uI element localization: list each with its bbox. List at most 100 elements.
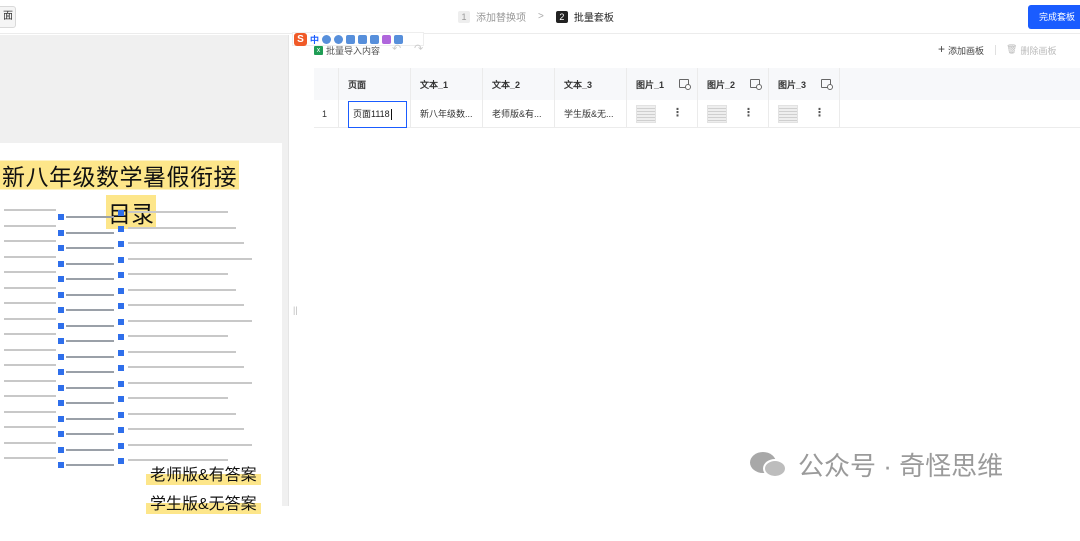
ime-keyboard-icon[interactable] bbox=[358, 34, 368, 44]
batch-table: 页面 文本_1 文本_2 文本_3 图片_1 图片_2 图片_3 1 新八年级数… bbox=[314, 68, 1080, 128]
more-options-icon[interactable]: ⋮ bbox=[814, 106, 825, 119]
toc-line bbox=[4, 457, 56, 459]
toc-line bbox=[4, 240, 56, 242]
text-3-cell[interactable]: 学生版&无... bbox=[555, 100, 627, 127]
step-1-number: 1 bbox=[458, 10, 470, 23]
toc-line bbox=[128, 288, 236, 291]
image-3-cell[interactable]: ⋮ bbox=[769, 100, 840, 127]
splitter-grip-icon[interactable]: || bbox=[293, 305, 298, 315]
more-options-icon[interactable]: ⋮ bbox=[743, 106, 754, 119]
toc-line bbox=[128, 319, 252, 322]
delete-board-button[interactable]: 🗑 删除画板 bbox=[1006, 44, 1056, 57]
toc-line bbox=[4, 441, 56, 444]
ime-punct-icon[interactable] bbox=[334, 34, 344, 44]
image-1-thumbnail[interactable] bbox=[636, 104, 656, 123]
toolbar-divider bbox=[995, 45, 996, 55]
image-2-cell[interactable]: ⋮ bbox=[698, 100, 769, 127]
ime-skin-icon[interactable] bbox=[382, 34, 392, 44]
plus-icon: + bbox=[938, 42, 946, 56]
toc-line bbox=[4, 224, 56, 227]
toc-line bbox=[128, 381, 252, 384]
add-board-label: 添加画板 bbox=[948, 46, 985, 56]
header-index bbox=[314, 68, 339, 100]
doc-icon bbox=[118, 365, 124, 371]
toc-line bbox=[128, 397, 228, 399]
toc-line bbox=[66, 402, 114, 404]
preview-teacher-tag: 老师版&有答案 bbox=[146, 461, 261, 485]
doc-icon bbox=[118, 458, 124, 464]
toc-line bbox=[128, 226, 236, 229]
doc-icon bbox=[58, 353, 64, 360]
toc-line bbox=[128, 257, 252, 260]
batch-import-button[interactable]: x 批量导入内容 bbox=[314, 44, 380, 57]
toc-line bbox=[4, 395, 56, 397]
ime-moon-icon[interactable] bbox=[322, 34, 332, 44]
toc-line bbox=[4, 302, 56, 304]
toc-line bbox=[128, 335, 228, 337]
header-page: 页面 bbox=[339, 68, 411, 100]
toc-line bbox=[128, 412, 236, 415]
batch-import-label: 批量导入内容 bbox=[326, 46, 381, 56]
step-indicator: 1 添加替换项 > 2 批量套板 bbox=[458, 9, 614, 24]
page-name-input[interactable]: 页面1118 bbox=[348, 101, 407, 128]
undo-icon[interactable]: ↶ bbox=[392, 42, 401, 55]
doc-icon bbox=[118, 427, 124, 433]
toc-line bbox=[66, 278, 114, 280]
toc-line bbox=[4, 364, 56, 366]
preview-toc-lines bbox=[4, 203, 264, 473]
image-3-thumbnail[interactable] bbox=[778, 104, 798, 123]
text-1-cell[interactable]: 新八年级数... bbox=[411, 100, 483, 127]
toc-line bbox=[4, 348, 56, 351]
toc-line bbox=[66, 417, 114, 420]
doc-icon bbox=[118, 411, 124, 418]
doc-icon bbox=[58, 369, 64, 375]
toc-line bbox=[128, 428, 244, 430]
panel-splitter[interactable]: || bbox=[288, 35, 300, 506]
image-settings-icon[interactable] bbox=[679, 79, 691, 90]
doc-icon bbox=[58, 214, 64, 220]
toc-line bbox=[66, 216, 114, 218]
toc-line bbox=[66, 448, 114, 451]
text-2-cell[interactable]: 老师版&有... bbox=[483, 100, 555, 127]
watermark-text: 公众号 · 奇怪思维 bbox=[798, 451, 1004, 481]
image-settings-icon[interactable] bbox=[821, 79, 833, 90]
doc-icon bbox=[118, 241, 124, 247]
ime-user-icon[interactable] bbox=[370, 34, 380, 44]
back-button[interactable]: 面 bbox=[0, 6, 16, 28]
doc-icon bbox=[58, 446, 64, 453]
more-options-icon[interactable]: ⋮ bbox=[672, 106, 683, 119]
header-image-2: 图片_2 bbox=[698, 68, 769, 100]
doc-icon bbox=[58, 462, 64, 468]
image-settings-icon[interactable] bbox=[750, 79, 762, 90]
image-1-cell[interactable]: ⋮ bbox=[627, 100, 698, 127]
doc-icon bbox=[118, 380, 124, 387]
doc-icon bbox=[118, 442, 124, 449]
excel-icon: x bbox=[314, 46, 323, 55]
step-2-label[interactable]: 批量套板 bbox=[574, 9, 614, 24]
finish-button[interactable]: 完成套板 bbox=[1028, 5, 1080, 29]
redo-icon[interactable]: ↷ bbox=[414, 42, 423, 55]
doc-icon bbox=[58, 431, 64, 437]
add-board-button[interactable]: + 添加画板 bbox=[938, 42, 985, 57]
doc-icon bbox=[58, 291, 64, 298]
preview-canvas[interactable]: 新八年级数学暑假衔接 目录 老师版&有答案 学生版&无答案 bbox=[0, 143, 282, 541]
header-image-3: 图片_3 bbox=[769, 68, 840, 100]
toc-line bbox=[66, 293, 114, 296]
toc-line bbox=[66, 355, 114, 358]
top-bar: 面 1 添加替换项 > 2 批量套板 完成套板 bbox=[0, 0, 1080, 34]
doc-icon bbox=[58, 338, 64, 344]
toc-line bbox=[128, 211, 228, 213]
table-row: 1 新八年级数... 老师版&有... 学生版&无... ⋮ ⋮ ⋮ bbox=[314, 100, 1080, 128]
doc-icon bbox=[118, 256, 124, 263]
wechat-watermark: 公众号 · 奇怪思维 bbox=[750, 446, 1003, 483]
doc-icon bbox=[118, 287, 124, 294]
delete-board-label: 删除画板 bbox=[1020, 46, 1057, 56]
image-2-thumbnail[interactable] bbox=[707, 104, 727, 123]
step-1-label[interactable]: 添加替换项 bbox=[476, 9, 526, 24]
header-filler bbox=[840, 68, 1080, 100]
doc-icon bbox=[58, 415, 64, 422]
ime-mic-icon[interactable] bbox=[346, 34, 356, 44]
doc-icon bbox=[118, 318, 124, 325]
doc-icon bbox=[118, 396, 124, 402]
preview-student-tag: 学生版&无答案 bbox=[146, 490, 261, 514]
